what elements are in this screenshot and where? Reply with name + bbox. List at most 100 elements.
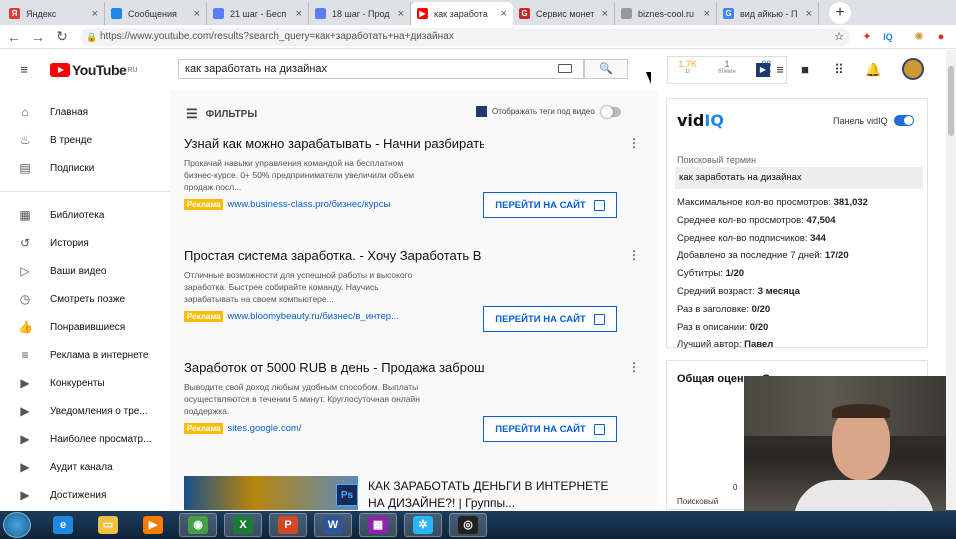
- search-input[interactable]: как заработать на дизайнах: [178, 59, 584, 79]
- sidebar-item[interactable]: 👍 Понравившиеся: [0, 313, 170, 341]
- powerpoint-icon[interactable]: P: [269, 513, 307, 537]
- sidebar-item[interactable]: ▤ Подписки: [0, 154, 170, 182]
- close-tab-icon[interactable]: ×: [704, 8, 710, 20]
- forward-icon[interactable]: →: [26, 29, 50, 45]
- sidebar-item[interactable]: ▶ Достижения: [0, 481, 170, 509]
- sidebar-item[interactable]: ▶ Аудит канала: [0, 453, 170, 481]
- search-icon: 🔍: [599, 63, 613, 75]
- ad-result: Заработок от 5000 RUB в день - Продажа з…: [184, 360, 640, 442]
- ad-title[interactable]: Простая система заработка. - Хочу Зарабо…: [184, 248, 484, 263]
- new-tab-button[interactable]: +: [829, 2, 851, 24]
- vidiq-stat-value: 3 месяца: [757, 285, 800, 297]
- ad-title[interactable]: Узнай как можно зарабатывать - Начни раз…: [184, 136, 484, 151]
- media-player-icon[interactable]: ▶: [134, 513, 172, 537]
- page-scrollbar[interactable]: [946, 50, 956, 510]
- avatar[interactable]: [902, 58, 924, 80]
- keyboard-icon[interactable]: [558, 64, 572, 73]
- close-tab-icon[interactable]: ×: [398, 8, 404, 20]
- sidebar-divider: [0, 191, 170, 192]
- ad-title[interactable]: Заработок от 5000 RUB в день - Продажа з…: [184, 360, 484, 375]
- tab-7[interactable]: biznes-cool.ru ×: [615, 2, 717, 25]
- video-result[interactable]: Ps КАК ЗАРАБОТАТЬ ДЕНЬГИ В ИНТЕРНЕТЕ НА …: [184, 476, 640, 510]
- obs-icon[interactable]: ◎: [449, 513, 487, 537]
- vidiq-panel-toggle[interactable]: [893, 115, 914, 126]
- taskbar-glyph: P: [278, 516, 298, 534]
- vidiq-stat-label: Добавлено за последние 7 дней:: [677, 250, 823, 262]
- reload-icon[interactable]: ↻: [50, 28, 74, 45]
- sidebar-item-label: История: [50, 237, 89, 249]
- sidebar-item-label: Понравившиеся: [50, 321, 126, 333]
- tab-5[interactable]: ▶ как заработа ×: [411, 2, 513, 25]
- bookmark-star-icon[interactable]: ☆: [832, 30, 846, 44]
- taskbar-glyph: ✲: [413, 516, 433, 534]
- vidiq-stat-label: Максимальное кол-во просмотров:: [677, 197, 831, 208]
- ad-link[interactable]: www.bloomybeauty.ru/бизнес/в_интер...: [227, 311, 399, 322]
- close-tab-icon[interactable]: ×: [92, 8, 98, 20]
- sidebar-item[interactable]: ▶ Уведомления о тре...: [0, 397, 170, 425]
- more-options-icon[interactable]: ⋮: [628, 248, 640, 262]
- sidebar-item[interactable]: ▷ Ваши видео: [0, 257, 170, 285]
- sidebar-item[interactable]: ♨ В тренде: [0, 126, 170, 154]
- folder-icon[interactable]: ▭: [89, 513, 127, 537]
- start-button[interactable]: [3, 512, 31, 538]
- opera-extension-icon[interactable]: ●: [934, 30, 948, 44]
- close-tab-icon[interactable]: ×: [602, 8, 608, 20]
- close-tab-icon[interactable]: ×: [194, 8, 200, 20]
- create-video-icon[interactable]: ■: [798, 63, 812, 77]
- ad-link[interactable]: sites.google.com/: [227, 423, 301, 434]
- tab-4[interactable]: 18 шаг - Прод ×: [309, 2, 411, 25]
- tab-2[interactable]: Сообщения ×: [105, 2, 207, 25]
- video-thumbnail[interactable]: Ps: [184, 476, 358, 510]
- youtube-logo[interactable]: YouTube RU: [50, 62, 137, 78]
- sidebar-item[interactable]: ◷ Смотреть позже: [0, 285, 170, 313]
- tags-toggle-row: Отображать теги под видео: [476, 105, 621, 118]
- apps-grid-icon[interactable]: ⠿: [832, 63, 846, 77]
- sidebar-item[interactable]: ⌂ Главная: [0, 98, 170, 126]
- ie-icon[interactable]: e: [44, 513, 82, 537]
- tab-label: вид айкью - П: [740, 8, 798, 19]
- vidiq-video-icon[interactable]: ▶: [756, 63, 770, 77]
- visit-site-button[interactable]: ПЕРЕЙТИ НА САЙТ: [483, 192, 617, 218]
- notifications-bell-icon[interactable]: 🔔: [865, 63, 881, 77]
- sidebar-item[interactable]: ▶ Наиболее просматр...: [0, 425, 170, 453]
- extension-puzzle-icon[interactable]: ✦: [860, 30, 874, 44]
- close-tab-icon[interactable]: ×: [296, 8, 302, 20]
- history-icon: ↺: [19, 236, 31, 250]
- network-icon[interactable]: ✲: [404, 513, 442, 537]
- vidiq-panel-label: Панель vidIQ: [833, 115, 888, 126]
- search-button[interactable]: 🔍: [584, 59, 628, 79]
- more-options-icon[interactable]: ⋮: [628, 136, 640, 150]
- close-tab-icon[interactable]: ×: [806, 8, 812, 20]
- playlist-play-icon: ▶: [20, 404, 30, 418]
- scrollbar-thumb[interactable]: [948, 66, 954, 136]
- excel-icon[interactable]: X: [224, 513, 262, 537]
- more-options-icon[interactable]: ⋮: [628, 360, 640, 374]
- sidebar-item[interactable]: ▦ Библиотека: [0, 201, 170, 229]
- vidiq-extension-icon[interactable]: IQ: [878, 30, 898, 44]
- word-icon[interactable]: W: [314, 513, 352, 537]
- visit-site-button[interactable]: ПЕРЕЙТИ НА САЙТ: [483, 306, 617, 332]
- filters-button[interactable]: ☰ ФИЛЬТРЫ: [186, 106, 257, 122]
- menu-icon[interactable]: ≡: [17, 63, 31, 77]
- vidiq-stat-label: Средний возраст:: [677, 285, 756, 297]
- sidebar-item[interactable]: ↺ История: [0, 229, 170, 257]
- winrar-icon[interactable]: ▦: [359, 513, 397, 537]
- tab-1[interactable]: Я Яндекс ×: [3, 2, 105, 25]
- tab-6[interactable]: G Сервис монет ×: [513, 2, 615, 25]
- back-icon[interactable]: ←: [2, 29, 26, 45]
- tab-3[interactable]: 21 шаг - Бесп ×: [207, 2, 309, 25]
- youtube-play-icon: [50, 63, 70, 77]
- close-tab-icon[interactable]: ×: [501, 8, 507, 20]
- tags-toggle[interactable]: [600, 105, 621, 118]
- sidebar-item[interactable]: ▶ Конкуренты: [0, 369, 170, 397]
- vidiq-stat-row: Субтитры: 1/20: [677, 265, 868, 283]
- ad-link[interactable]: www.business-class.pro/бизнес/курсы: [227, 199, 390, 210]
- video-title[interactable]: КАК ЗАРАБОТАТЬ ДЕНЬГИ В ИНТЕРНЕТЕ НА ДИЗ…: [368, 478, 628, 512]
- profile-extension-icon[interactable]: ✺: [912, 30, 926, 44]
- tab-8[interactable]: Gвид айкью - П ×: [717, 2, 819, 25]
- visit-site-button[interactable]: ПЕРЕЙТИ НА САЙТ: [483, 416, 617, 442]
- list-icon[interactable]: ≡: [773, 63, 787, 77]
- sidebar-item[interactable]: ≡ Реклама в интернете: [0, 341, 170, 369]
- chrome-icon[interactable]: ◉: [179, 513, 217, 537]
- address-input[interactable]: 🔒 https://www.youtube.com/results?search_…: [80, 28, 850, 46]
